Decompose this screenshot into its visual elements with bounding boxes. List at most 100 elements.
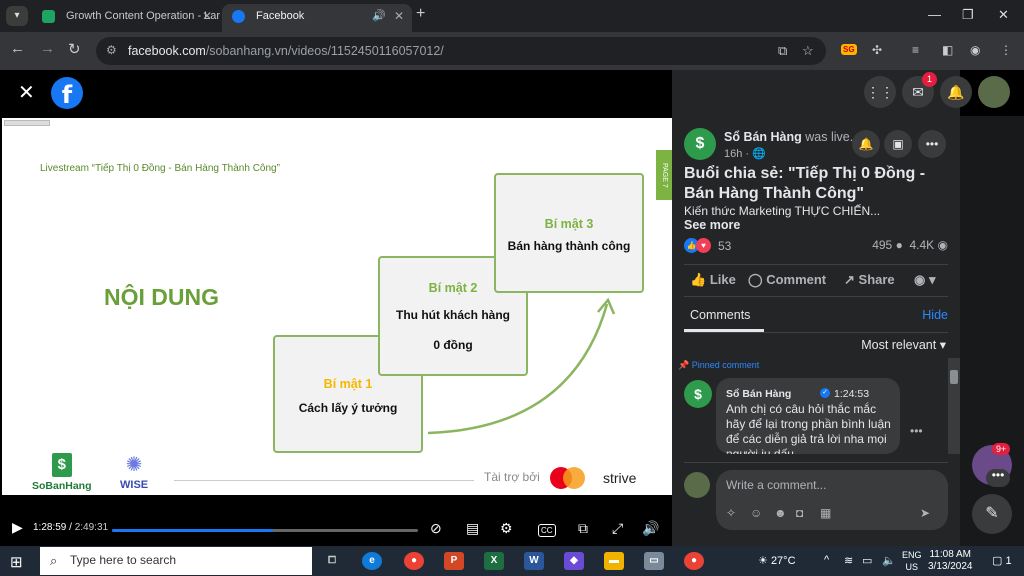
forward-button[interactable]: → — [40, 40, 55, 57]
like-button[interactable]: 👍 Like — [690, 272, 736, 288]
powerpoint-icon[interactable]: P — [444, 552, 464, 570]
avatar-sticker-icon[interactable]: ☺ — [750, 506, 762, 520]
site-info-icon[interactable]: ⚙ — [106, 43, 117, 57]
pin-icon: 📌 — [678, 360, 690, 370]
close-video-icon[interactable]: ✕ — [18, 80, 35, 105]
file-explorer-icon[interactable]: ▬ — [604, 552, 624, 570]
sticker-icon[interactable]: ✧ — [726, 506, 736, 520]
save-icon[interactable]: ▣ — [884, 130, 912, 158]
new-tab-button[interactable]: + — [416, 5, 425, 23]
app-window-icon[interactable]: ▭ — [644, 552, 664, 570]
tab-facebook[interactable]: Facebook 🔊 ✕ — [222, 4, 412, 32]
weather-widget[interactable]: ☀ 27°C — [758, 554, 796, 567]
battery-icon[interactable]: ▭ — [862, 554, 872, 567]
input-language[interactable]: ENG US — [902, 549, 922, 573]
windows-start-icon[interactable]: ⊞ — [10, 553, 23, 571]
tab-growth-content[interactable]: Growth Content Operation - Lar ✕ — [32, 4, 220, 32]
notification-center-icon[interactable]: ▢ 1 — [992, 554, 1012, 567]
browser-menu-icon[interactable]: ⋮ — [1000, 43, 1012, 57]
emoji-icon[interactable]: ☻ — [774, 506, 787, 520]
react-as-selector[interactable]: ◉ ▾ — [914, 272, 936, 288]
close-tab-icon[interactable]: ✕ — [202, 4, 212, 28]
video-player[interactable]: ✕ f Livestream “Tiếp Thị 0 Đồng - Bán Hà… — [0, 70, 672, 546]
see-more-link[interactable]: See more — [684, 218, 740, 232]
edge-icon[interactable]: e — [362, 552, 382, 570]
comment-author[interactable]: Sổ Bán Hàng — [726, 388, 791, 400]
comment-composer[interactable]: ✧ ☺ ☻ ◘ ▦ ➤ — [716, 470, 948, 530]
page-name[interactable]: Sổ Bán Hàng — [724, 130, 802, 144]
network-icon[interactable]: ≋ — [844, 554, 853, 567]
url-text[interactable]: facebook.com/sobanhang.vn/videos/1152450… — [128, 44, 444, 58]
more-options-icon[interactable]: ••• — [918, 130, 946, 158]
gif-icon[interactable]: ▦ — [820, 506, 831, 520]
task-view-icon[interactable]: ⧠ — [322, 552, 342, 570]
back-button[interactable]: ← — [10, 40, 25, 57]
profile-avatar-icon[interactable]: ◉ — [970, 43, 980, 57]
play-icon[interactable]: ▶ — [12, 519, 23, 536]
tab-search-button[interactable]: ▾ — [6, 6, 28, 26]
word-icon[interactable]: W — [524, 552, 544, 570]
taskbar-search-input[interactable] — [70, 553, 250, 567]
camera-icon[interactable]: ◘ — [796, 506, 803, 520]
tab-comments[interactable]: Comments — [690, 308, 750, 322]
excel-icon[interactable]: X — [484, 552, 504, 570]
comment-time[interactable]: 1:24:53 — [834, 388, 869, 400]
sobanhang-logo-icon: $ — [51, 453, 72, 477]
speaker-icon[interactable]: 🔈 — [882, 554, 896, 567]
volume-icon[interactable]: 🔊 — [642, 520, 659, 537]
address-bar[interactable]: ⚙ facebook.com/sobanhang.vn/videos/11524… — [96, 37, 826, 65]
reload-button[interactable]: ↻ — [68, 40, 81, 58]
minimize-button[interactable]: — — [928, 7, 941, 22]
new-message-button[interactable]: ✎ — [972, 494, 1012, 534]
notify-bell-icon[interactable]: 🔔 — [852, 130, 880, 158]
extensions-puzzle-icon[interactable]: ✣ — [872, 43, 882, 57]
comment-text: Anh chị có câu hỏi thắc mắc hãy để lại t… — [726, 402, 891, 454]
facebook-logo-icon[interactable]: f — [51, 77, 83, 109]
clips-icon[interactable]: ▤ — [466, 520, 479, 537]
chat-head[interactable]: 9+ ••• — [972, 443, 1012, 487]
tab-title: Growth Content Operation - Lar — [66, 10, 220, 22]
love-reaction-icon: ♥ — [696, 238, 711, 253]
chrome-active-icon[interactable]: ● — [684, 552, 704, 570]
comment-input[interactable] — [726, 476, 926, 494]
fullscreen-icon[interactable]: ⤢ — [612, 520, 623, 537]
page-avatar[interactable]: $ — [684, 128, 716, 160]
side-panel-icon[interactable]: ◧ — [942, 43, 953, 57]
cast-icon[interactable]: ⧉ — [778, 43, 787, 59]
app-purple-icon[interactable]: ◆ — [564, 552, 584, 570]
comment-avatar[interactable]: $ — [684, 380, 712, 408]
menu-grid-icon[interactable]: ⋮⋮ — [864, 76, 896, 108]
picture-in-picture-icon[interactable]: ⧉ — [578, 520, 588, 537]
chat-more-icon[interactable]: ••• — [986, 469, 1010, 487]
no-comments-icon[interactable]: ⊘ — [430, 520, 442, 537]
close-window-button[interactable]: ✕ — [998, 7, 1009, 23]
comment-options-icon[interactable]: ••• — [910, 424, 923, 438]
progress-bar[interactable] — [112, 529, 418, 532]
comments-count[interactable]: 495 — [872, 238, 892, 252]
comments-scrollbar[interactable] — [948, 358, 960, 454]
post-time[interactable]: 16h · 🌐 — [724, 147, 766, 160]
taskbar-clock[interactable]: 11:08 AM 3/13/2024 — [928, 549, 973, 573]
share-button[interactable]: ↗ Share — [844, 272, 895, 288]
send-icon[interactable]: ➤ — [920, 506, 930, 520]
hide-comments-button[interactable]: Hide — [922, 308, 948, 322]
reading-list-icon[interactable]: ≡ — [912, 43, 919, 57]
audio-playing-icon[interactable]: 🔊 — [372, 4, 386, 28]
close-tab-icon[interactable]: ✕ — [394, 4, 404, 28]
bookmark-star-icon[interactable]: ☆ — [802, 43, 814, 59]
tray-overflow-icon[interactable]: ^ — [824, 554, 829, 566]
comment-button[interactable]: ◯ Comment — [748, 272, 826, 288]
chrome-icon[interactable]: ● — [404, 552, 424, 570]
eye-icon: ◉ — [937, 238, 948, 252]
settings-gear-icon[interactable]: ⚙ — [500, 520, 513, 537]
scrollbar-thumb[interactable] — [950, 370, 958, 384]
account-avatar[interactable] — [978, 76, 1010, 108]
captions-icon[interactable]: CC — [538, 524, 556, 537]
facebook-favicon-icon — [232, 10, 245, 23]
restore-button[interactable]: ❐ — [962, 7, 974, 23]
extension-sg-icon[interactable]: SG — [841, 44, 857, 55]
my-avatar[interactable] — [684, 472, 710, 498]
taskbar-search[interactable]: ⌕ — [40, 547, 312, 575]
sort-comments-dropdown[interactable]: Most relevant ▾ — [861, 337, 946, 352]
notifications-bell-icon[interactable]: 🔔 — [940, 76, 972, 108]
